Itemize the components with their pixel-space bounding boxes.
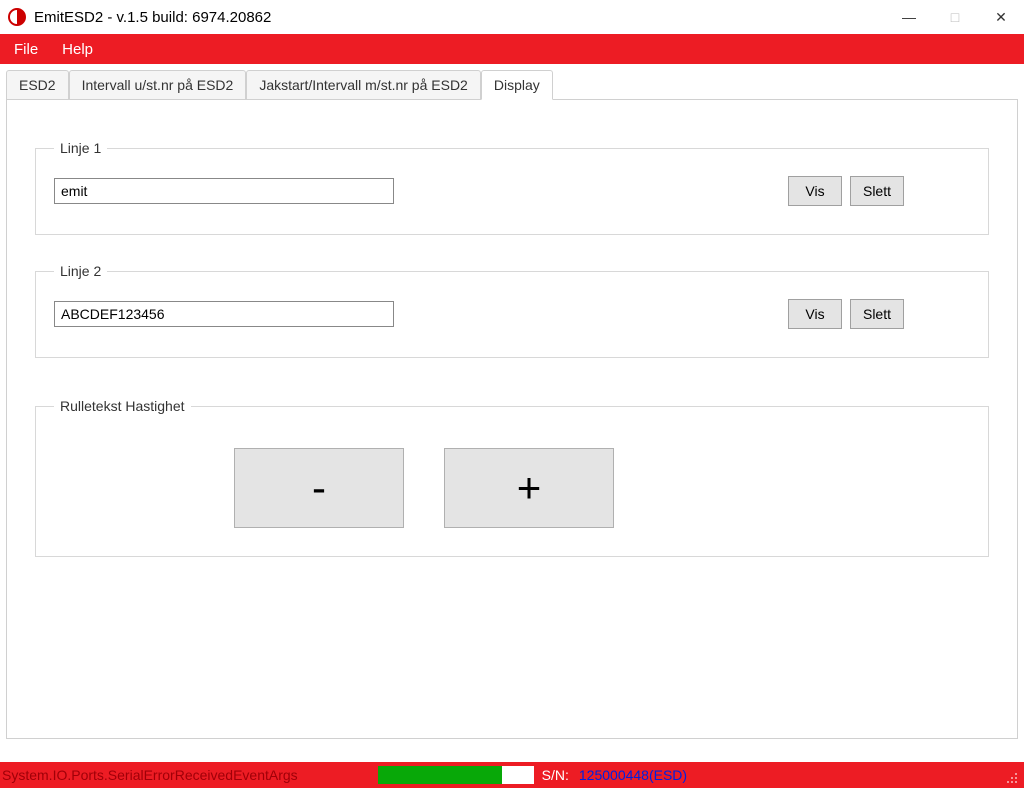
maximize-button[interactable]: □ <box>932 0 978 34</box>
speed-plus-button[interactable]: + <box>444 448 614 528</box>
tab-esd2[interactable]: ESD2 <box>6 70 69 100</box>
group-line2: Linje 2 Vis Slett <box>35 263 989 358</box>
resize-grip-icon[interactable] <box>1000 766 1018 784</box>
sn-label: S/N: <box>542 767 569 783</box>
menu-help[interactable]: Help <box>62 41 93 58</box>
legend-line1: Linje 1 <box>54 140 107 156</box>
group-line1: Linje 1 Vis Slett <box>35 140 989 235</box>
status-message: System.IO.Ports.SerialErrorReceivedEvent… <box>2 767 298 783</box>
progress-bar <box>378 766 534 784</box>
window-title: EmitESD2 - v.1.5 build: 6974.20862 <box>34 9 271 26</box>
titlebar: EmitESD2 - v.1.5 build: 6974.20862 — □ ✕ <box>0 0 1024 34</box>
tab-interval-no-stnr[interactable]: Intervall u/st.nr på ESD2 <box>69 70 247 100</box>
tabstrip: ESD2 Intervall u/st.nr på ESD2 Jakstart/… <box>6 70 1024 100</box>
legend-line2: Linje 2 <box>54 263 107 279</box>
tab-display[interactable]: Display <box>481 70 553 100</box>
vis-line1-button[interactable]: Vis <box>788 176 842 206</box>
slett-line2-button[interactable]: Slett <box>850 299 904 329</box>
sn-value: 125000448(ESD) <box>579 767 687 783</box>
input-line2[interactable] <box>54 301 394 327</box>
app-icon <box>8 8 26 26</box>
legend-speed: Rulletekst Hastighet <box>54 398 191 414</box>
window-controls: — □ ✕ <box>886 0 1024 34</box>
input-line1[interactable] <box>54 178 394 204</box>
speed-minus-button[interactable]: - <box>234 448 404 528</box>
statusbar: System.IO.Ports.SerialErrorReceivedEvent… <box>0 762 1024 788</box>
tab-jakstart-interval[interactable]: Jakstart/Intervall m/st.nr på ESD2 <box>246 70 481 100</box>
content-area: ESD2 Intervall u/st.nr på ESD2 Jakstart/… <box>0 64 1024 762</box>
group-speed: Rulletekst Hastighet - + <box>35 398 989 557</box>
menu-file[interactable]: File <box>14 41 38 58</box>
close-button[interactable]: ✕ <box>978 0 1024 34</box>
progress-fill <box>378 766 503 784</box>
menubar: File Help <box>0 34 1024 64</box>
vis-line2-button[interactable]: Vis <box>788 299 842 329</box>
minimize-button[interactable]: — <box>886 0 932 34</box>
slett-line1-button[interactable]: Slett <box>850 176 904 206</box>
tabpanel-display: Linje 1 Vis Slett Linje 2 Vis Slett Rull… <box>6 99 1018 739</box>
